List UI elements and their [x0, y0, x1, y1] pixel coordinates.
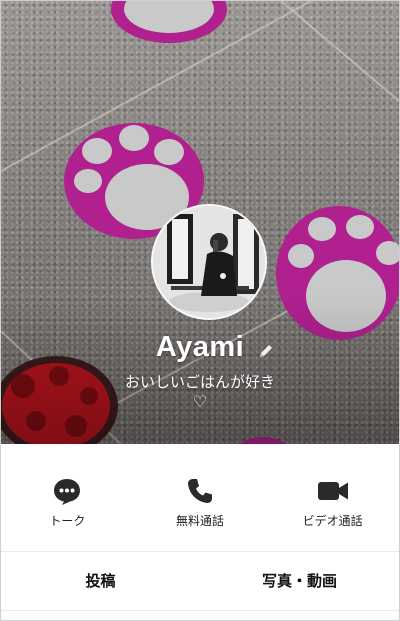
- video-camera-icon: [317, 482, 348, 500]
- tab-posts[interactable]: 投稿: [1, 552, 200, 610]
- avatar-photo: [153, 206, 265, 318]
- avatar[interactable]: [151, 204, 267, 320]
- video-call-button[interactable]: ビデオ通話: [266, 444, 399, 551]
- profile-name: Ayami: [155, 331, 245, 363]
- talk-button[interactable]: トーク: [1, 444, 134, 551]
- status-message: おいしいごはんが好き: [124, 373, 275, 391]
- free-call-button[interactable]: 無料通話: [134, 444, 267, 551]
- cover-image[interactable]: Ayami おいしいごはんが好き ♡: [1, 1, 399, 444]
- video-call-label: ビデオ通話: [302, 514, 363, 528]
- profile-screen: Ayami おいしいごはんが好き ♡ トーク 無料通話 ビデオ通話 投稿 写真・…: [0, 0, 400, 621]
- status-heart: ♡: [192, 392, 208, 411]
- pencil-edit-icon[interactable]: [257, 342, 275, 360]
- phone-icon: [188, 479, 212, 503]
- tab-photos-videos[interactable]: 写真・動画: [200, 552, 399, 610]
- tab-bar: 投稿 写真・動画: [1, 552, 399, 610]
- paw-print-top: [111, 1, 227, 43]
- divider-bottom: [1, 610, 399, 611]
- action-row: トーク 無料通話 ビデオ通話: [1, 444, 399, 551]
- free-call-label: 無料通話: [176, 514, 225, 528]
- talk-label: トーク: [49, 514, 86, 528]
- chat-bubble-icon: [54, 479, 81, 505]
